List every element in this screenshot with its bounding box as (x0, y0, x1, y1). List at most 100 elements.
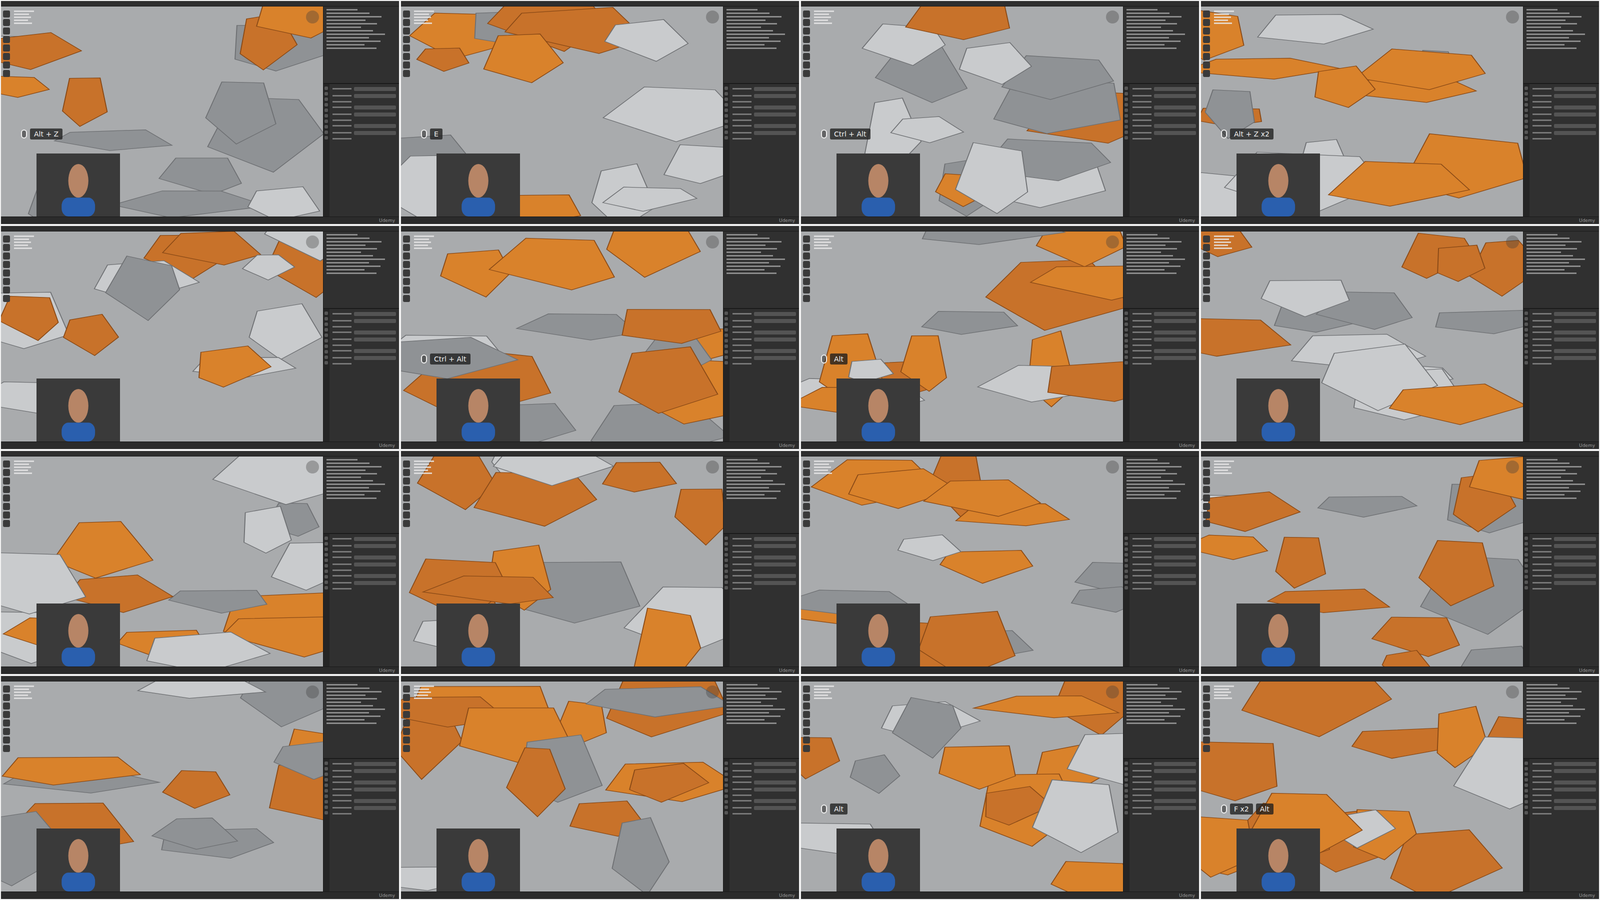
tool-icon[interactable] (3, 235, 10, 243)
tab-icon[interactable] (1124, 92, 1128, 96)
tab-icon[interactable] (724, 805, 728, 809)
outliner-row[interactable] (1126, 244, 1166, 246)
tab-icon[interactable] (724, 86, 728, 90)
tool-icon[interactable] (803, 460, 810, 468)
tab-icon[interactable] (724, 130, 728, 134)
tab-icon[interactable] (724, 311, 728, 315)
property-field[interactable] (1554, 356, 1596, 360)
property-field[interactable] (354, 581, 396, 585)
property-field[interactable] (1154, 349, 1196, 353)
outliner-row[interactable] (726, 37, 769, 39)
tab-icon[interactable] (1524, 772, 1528, 776)
tab-icon[interactable] (1124, 547, 1128, 551)
nav-gizmo-icon[interactable] (706, 10, 719, 24)
tool-icon[interactable] (403, 278, 410, 285)
property-field[interactable] (354, 799, 396, 803)
property-field[interactable] (754, 349, 796, 353)
tool-icon[interactable] (803, 702, 810, 710)
property-field[interactable] (1154, 105, 1196, 110)
property-field[interactable] (1554, 762, 1596, 766)
tab-icon[interactable] (324, 794, 328, 798)
property-field[interactable] (1554, 780, 1596, 785)
tool-icon[interactable] (3, 19, 10, 26)
outliner-row[interactable] (1526, 44, 1565, 46)
tab-icon[interactable] (324, 783, 328, 787)
nav-gizmo-icon[interactable] (306, 235, 319, 249)
tab-icon[interactable] (324, 361, 328, 365)
tab-icon[interactable] (324, 92, 328, 96)
property-field[interactable] (354, 787, 396, 792)
property-field[interactable] (1154, 330, 1196, 335)
3d-viewport[interactable] (1, 231, 323, 442)
tool-icon[interactable] (3, 27, 10, 35)
tab-icon[interactable] (324, 350, 328, 354)
outliner-row[interactable] (726, 262, 769, 264)
outliner-row[interactable] (1526, 37, 1569, 39)
outliner-row[interactable] (726, 248, 778, 250)
outliner-row[interactable] (726, 269, 765, 271)
tab-icon[interactable] (1124, 361, 1128, 365)
tab-icon[interactable] (1524, 114, 1528, 118)
outliner-row[interactable] (726, 687, 770, 689)
tool-icon[interactable] (1203, 70, 1210, 77)
tool-icon[interactable] (803, 44, 810, 52)
property-field[interactable] (354, 349, 396, 353)
tab-icon[interactable] (324, 119, 328, 123)
outliner-row[interactable] (326, 497, 377, 499)
outliner[interactable] (323, 681, 399, 759)
outliner-row[interactable] (326, 469, 366, 471)
tool-icon[interactable] (403, 286, 410, 294)
tool-icon[interactable] (403, 511, 410, 519)
outliner-row[interactable] (326, 701, 362, 703)
tool-icon[interactable] (3, 286, 10, 294)
tab-icon[interactable] (324, 547, 328, 551)
tab-icon[interactable] (324, 355, 328, 359)
outliner-row[interactable] (326, 44, 365, 46)
tab-icon[interactable] (1124, 328, 1128, 332)
tab-icon[interactable] (1524, 361, 1528, 365)
outliner-row[interactable] (1126, 473, 1178, 475)
tool-icon[interactable] (1203, 694, 1210, 701)
tab-icon[interactable] (1124, 350, 1128, 354)
3d-viewport[interactable]: Alt + Z x2 (1201, 6, 1523, 217)
property-field[interactable] (354, 574, 396, 578)
tool-icon[interactable] (1203, 261, 1210, 268)
tab-icon[interactable] (1524, 333, 1528, 337)
outliner-row[interactable] (726, 272, 777, 274)
nav-gizmo-icon[interactable] (306, 460, 319, 474)
outliner-row[interactable] (726, 241, 782, 243)
outliner-row[interactable] (1526, 469, 1566, 471)
tool-icon[interactable] (803, 286, 810, 294)
tab-icon[interactable] (1524, 553, 1528, 557)
tab-icon[interactable] (324, 761, 328, 765)
property-field[interactable] (1154, 780, 1196, 785)
tool-icon[interactable] (3, 503, 10, 510)
tool-icon[interactable] (3, 252, 10, 260)
outliner-row[interactable] (1526, 687, 1570, 689)
outliner-row[interactable] (726, 705, 773, 707)
outliner[interactable] (723, 231, 799, 309)
tool-icon[interactable] (1203, 286, 1210, 294)
tab-icon[interactable] (1524, 800, 1528, 804)
tab-icon[interactable] (1124, 569, 1128, 573)
3d-viewport[interactable]: F x2Alt (1201, 681, 1523, 892)
tool-icon[interactable] (1203, 53, 1210, 60)
outliner[interactable] (1123, 456, 1199, 534)
outliner-row[interactable] (326, 476, 362, 478)
outliner-row[interactable] (326, 16, 382, 18)
tool-icon[interactable] (403, 235, 410, 243)
outliner-row[interactable] (326, 47, 377, 49)
tab-icon[interactable] (324, 800, 328, 804)
tab-icon[interactable] (724, 542, 728, 546)
tab-icon[interactable] (324, 553, 328, 557)
outliner[interactable] (1523, 6, 1599, 84)
tool-icon[interactable] (403, 469, 410, 476)
tab-icon[interactable] (724, 361, 728, 365)
tool-icon[interactable] (403, 745, 410, 752)
outliner[interactable] (323, 456, 399, 534)
tool-icon[interactable] (803, 719, 810, 727)
outliner-row[interactable] (1526, 722, 1577, 724)
outliner-row[interactable] (1126, 44, 1165, 46)
tab-icon[interactable] (1524, 97, 1528, 101)
outliner-row[interactable] (726, 480, 773, 482)
